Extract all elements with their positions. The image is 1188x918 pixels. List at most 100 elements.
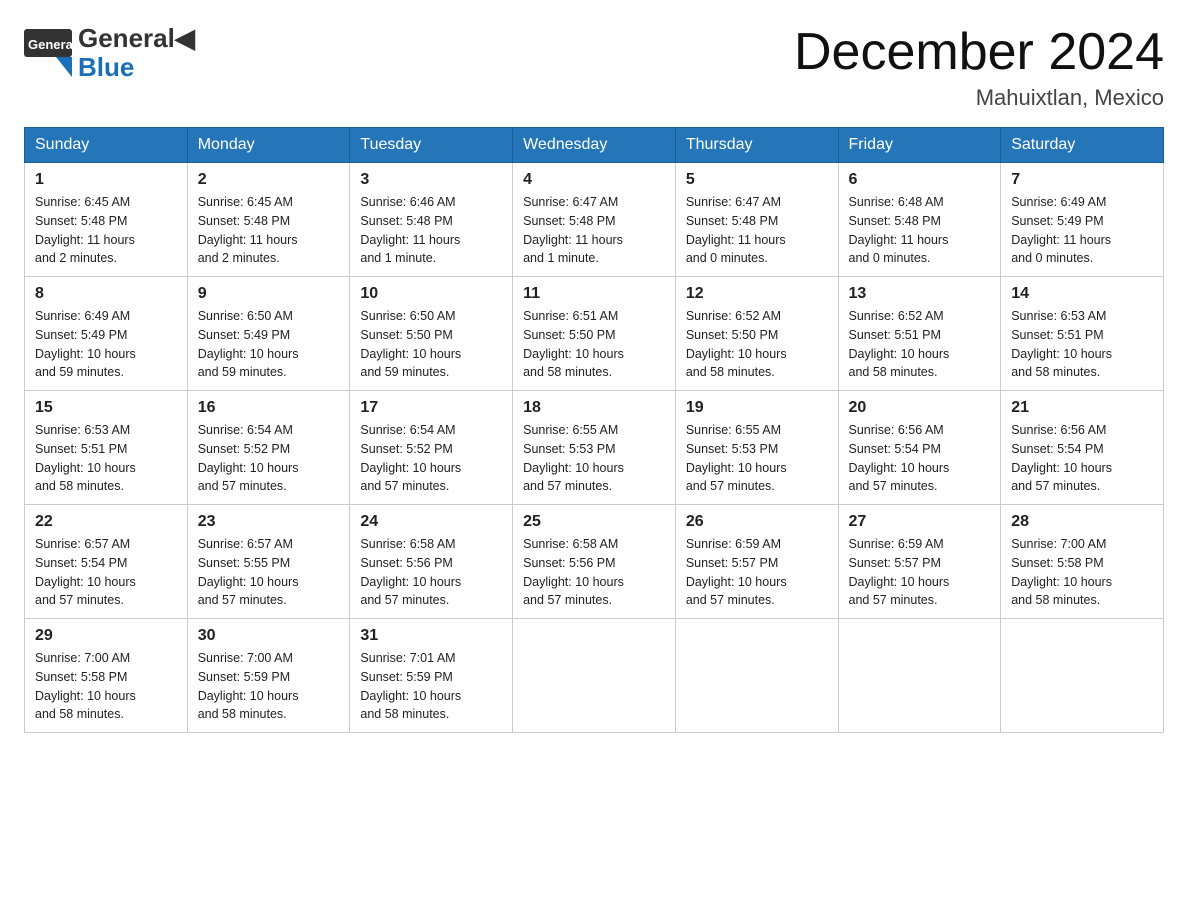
day-number: 17 (360, 399, 502, 417)
day-number: 25 (523, 513, 665, 531)
day-number: 31 (360, 627, 502, 645)
day-number: 7 (1011, 171, 1153, 189)
calendar-day-cell: 29Sunrise: 7:00 AMSunset: 5:58 PMDayligh… (25, 619, 188, 733)
calendar-day-cell: 17Sunrise: 6:54 AMSunset: 5:52 PMDayligh… (350, 391, 513, 505)
day-info: Sunrise: 6:54 AMSunset: 5:52 PMDaylight:… (198, 421, 340, 496)
day-number: 1 (35, 171, 177, 189)
day-number: 13 (849, 285, 991, 303)
calendar-day-cell: 5 Sunrise: 6:47 AMSunset: 5:48 PMDaylight… (675, 163, 838, 277)
day-number: 21 (1011, 399, 1153, 417)
header-sunday: Sunday (25, 128, 188, 163)
day-info: Sunrise: 6:50 AMSunset: 5:50 PMDaylight:… (360, 307, 502, 382)
day-info: Sunrise: 6:45 AMSunset: 5:48 PMDaylight:… (35, 193, 177, 268)
month-year-title: December 2024 (794, 24, 1164, 81)
logo-blue-text: Blue (78, 52, 134, 82)
calendar-day-cell: 24 Sunrise: 6:58 AMSunset: 5:56 PMDayligh… (350, 505, 513, 619)
calendar-week-row: 15 Sunrise: 6:53 AMSunset: 5:51 PMDayligh… (25, 391, 1164, 505)
calendar-day-cell: 1 Sunrise: 6:45 AMSunset: 5:48 PMDaylight… (25, 163, 188, 277)
day-number: 29 (35, 627, 177, 645)
day-number: 24 (360, 513, 502, 531)
calendar-day-cell: 18Sunrise: 6:55 AMSunset: 5:53 PMDayligh… (513, 391, 676, 505)
day-number: 5 (686, 171, 828, 189)
header-monday: Monday (187, 128, 350, 163)
day-number: 15 (35, 399, 177, 417)
location-subtitle: Mahuixtlan, Mexico (794, 85, 1164, 111)
day-info: Sunrise: 6:45 AMSunset: 5:48 PMDaylight:… (198, 193, 340, 268)
calendar-day-cell: 20 Sunrise: 6:56 AMSunset: 5:54 PMDayligh… (838, 391, 1001, 505)
day-number: 26 (686, 513, 828, 531)
day-info: Sunrise: 6:50 AMSunset: 5:49 PMDaylight:… (198, 307, 340, 382)
calendar-day-cell: 16Sunrise: 6:54 AMSunset: 5:52 PMDayligh… (187, 391, 350, 505)
calendar-day-cell: 11Sunrise: 6:51 AMSunset: 5:50 PMDayligh… (513, 277, 676, 391)
day-number: 22 (35, 513, 177, 531)
day-info: Sunrise: 7:00 AMSunset: 5:59 PMDaylight:… (198, 649, 340, 724)
day-number: 2 (198, 171, 340, 189)
calendar-day-cell (1001, 619, 1164, 733)
day-info: Sunrise: 6:47 AMSunset: 5:48 PMDaylight:… (523, 193, 665, 268)
header-friday: Friday (838, 128, 1001, 163)
calendar-day-cell (838, 619, 1001, 733)
day-info: Sunrise: 6:52 AMSunset: 5:50 PMDaylight:… (686, 307, 828, 382)
day-info: Sunrise: 6:58 AMSunset: 5:56 PMDaylight:… (360, 535, 502, 610)
calendar-table: Sunday Monday Tuesday Wednesday Thursday… (24, 127, 1164, 733)
calendar-day-cell: 27Sunrise: 6:59 AMSunset: 5:57 PMDayligh… (838, 505, 1001, 619)
header-thursday: Thursday (675, 128, 838, 163)
day-info: Sunrise: 6:57 AMSunset: 5:54 PMDaylight:… (35, 535, 177, 610)
day-number: 14 (1011, 285, 1153, 303)
calendar-day-cell: 31 Sunrise: 7:01 AMSunset: 5:59 PMDayligh… (350, 619, 513, 733)
day-number: 9 (198, 285, 340, 303)
calendar-day-cell (513, 619, 676, 733)
day-info: Sunrise: 7:01 AMSunset: 5:59 PMDaylight:… (360, 649, 502, 724)
calendar-week-row: 8 Sunrise: 6:49 AMSunset: 5:49 PMDaylight… (25, 277, 1164, 391)
calendar-day-cell: 25Sunrise: 6:58 AMSunset: 5:56 PMDayligh… (513, 505, 676, 619)
day-info: Sunrise: 6:56 AMSunset: 5:54 PMDaylight:… (849, 421, 991, 496)
day-number: 28 (1011, 513, 1153, 531)
weekday-header-row: Sunday Monday Tuesday Wednesday Thursday… (25, 128, 1164, 163)
day-info: Sunrise: 6:46 AMSunset: 5:48 PMDaylight:… (360, 193, 502, 268)
calendar-day-cell: 21 Sunrise: 6:56 AMSunset: 5:54 PMDayligh… (1001, 391, 1164, 505)
header-wednesday: Wednesday (513, 128, 676, 163)
calendar-day-cell: 30 Sunrise: 7:00 AMSunset: 5:59 PMDayligh… (187, 619, 350, 733)
header-tuesday: Tuesday (350, 128, 513, 163)
day-info: Sunrise: 6:47 AMSunset: 5:48 PMDaylight:… (686, 193, 828, 268)
calendar-day-cell: 4Sunrise: 6:47 AMSunset: 5:48 PMDaylight… (513, 163, 676, 277)
svg-text:General: General (28, 37, 72, 52)
day-info: Sunrise: 6:49 AMSunset: 5:49 PMDaylight:… (35, 307, 177, 382)
calendar-day-cell: 28 Sunrise: 7:00 AMSunset: 5:58 PMDayligh… (1001, 505, 1164, 619)
calendar-day-cell: 22 Sunrise: 6:57 AMSunset: 5:54 PMDayligh… (25, 505, 188, 619)
calendar-title-area: December 2024 Mahuixtlan, Mexico (794, 24, 1164, 111)
calendar-day-cell: 19Sunrise: 6:55 AMSunset: 5:53 PMDayligh… (675, 391, 838, 505)
calendar-day-cell: 9 Sunrise: 6:50 AMSunset: 5:49 PMDaylight… (187, 277, 350, 391)
calendar-day-cell: 23 Sunrise: 6:57 AMSunset: 5:55 PMDayligh… (187, 505, 350, 619)
day-number: 27 (849, 513, 991, 531)
day-number: 20 (849, 399, 991, 417)
day-info: Sunrise: 6:52 AMSunset: 5:51 PMDaylight:… (849, 307, 991, 382)
calendar-day-cell: 13 Sunrise: 6:52 AMSunset: 5:51 PMDayligh… (838, 277, 1001, 391)
header-saturday: Saturday (1001, 128, 1164, 163)
day-info: Sunrise: 6:53 AMSunset: 5:51 PMDaylight:… (35, 421, 177, 496)
logo-icon: General (24, 29, 72, 77)
day-number: 12 (686, 285, 828, 303)
day-info: Sunrise: 7:00 AMSunset: 5:58 PMDaylight:… (1011, 535, 1153, 610)
calendar-day-cell: 12 Sunrise: 6:52 AMSunset: 5:50 PMDayligh… (675, 277, 838, 391)
calendar-day-cell: 3 Sunrise: 6:46 AMSunset: 5:48 PMDaylight… (350, 163, 513, 277)
day-number: 19 (686, 399, 828, 417)
calendar-day-cell: 2 Sunrise: 6:45 AMSunset: 5:48 PMDaylight… (187, 163, 350, 277)
day-info: Sunrise: 6:55 AMSunset: 5:53 PMDaylight:… (523, 421, 665, 496)
day-info: Sunrise: 6:56 AMSunset: 5:54 PMDaylight:… (1011, 421, 1153, 496)
day-info: Sunrise: 6:57 AMSunset: 5:55 PMDaylight:… (198, 535, 340, 610)
calendar-day-cell: 7Sunrise: 6:49 AMSunset: 5:49 PMDaylight… (1001, 163, 1164, 277)
page-header: General General◀ Blue December 2024 Mahu… (24, 24, 1164, 111)
day-number: 3 (360, 171, 502, 189)
day-info: Sunrise: 6:51 AMSunset: 5:50 PMDaylight:… (523, 307, 665, 382)
day-info: Sunrise: 6:59 AMSunset: 5:57 PMDaylight:… (686, 535, 828, 610)
day-number: 30 (198, 627, 340, 645)
day-number: 23 (198, 513, 340, 531)
calendar-day-cell: 8 Sunrise: 6:49 AMSunset: 5:49 PMDaylight… (25, 277, 188, 391)
calendar-day-cell: 6Sunrise: 6:48 AMSunset: 5:48 PMDaylight… (838, 163, 1001, 277)
logo-general-text: General (78, 23, 175, 53)
calendar-week-row: 29Sunrise: 7:00 AMSunset: 5:58 PMDayligh… (25, 619, 1164, 733)
calendar-day-cell: 15 Sunrise: 6:53 AMSunset: 5:51 PMDayligh… (25, 391, 188, 505)
day-number: 6 (849, 171, 991, 189)
day-number: 8 (35, 285, 177, 303)
